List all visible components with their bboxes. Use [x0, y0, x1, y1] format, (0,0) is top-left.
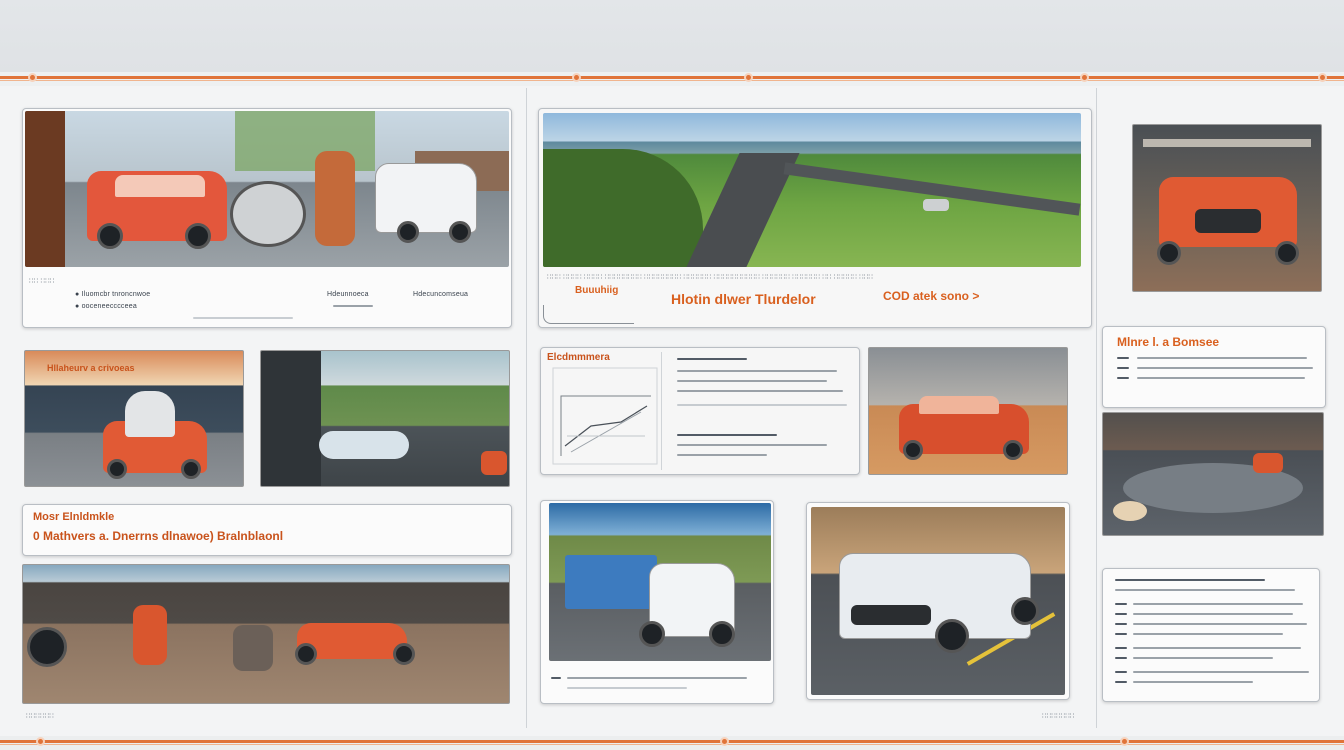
- info-card-title: Mlnre l. a Bomsee: [1117, 335, 1220, 349]
- bottom-rail: [0, 740, 1344, 745]
- scenic-road-card[interactable]: ∷∷∷ ∷∷∷∷ ∷∷∷∷ ∷∷∷∷∷∷∷∷ ∷∷∷∷∷∷∷∷ ∷∷∷∷∷∷ ∷…: [538, 108, 1092, 328]
- rail-dot: [1120, 737, 1129, 746]
- service-bay-photo[interactable]: Hllaheurv a crivoeas: [24, 350, 244, 487]
- white-pickup-photo: [811, 507, 1065, 695]
- sketch-diagram: [551, 366, 659, 466]
- banner-card[interactable]: Mosr Elnldmkle 0 Mathvers a. Dnerrns dln…: [22, 504, 512, 556]
- racetrack-photo[interactable]: [260, 350, 510, 487]
- rail-dot: [720, 737, 729, 746]
- rail-dot: [36, 737, 45, 746]
- caption-line: ● ooceneecccceea: [75, 303, 137, 310]
- pickup-card[interactable]: [806, 502, 1070, 700]
- showroom-truck-photo[interactable]: [1132, 124, 1322, 292]
- top-rail: [0, 76, 1344, 81]
- garage-crowd-photo[interactable]: [1102, 412, 1324, 536]
- notes-card[interactable]: [1102, 568, 1320, 702]
- column-divider: [1096, 88, 1097, 728]
- car-wash-card[interactable]: ∷∷ ∷∷∷ ● Iluomcbr tnroncnwoe ● ooceneecc…: [22, 108, 512, 328]
- rail-dot: [572, 73, 581, 82]
- road-label-right: COD atek sono >: [883, 289, 980, 303]
- caption-column: Hdeunnoeca: [327, 291, 369, 298]
- truck-card[interactable]: [540, 500, 774, 704]
- delivery-truck-photo: [549, 503, 771, 661]
- banner-line-2: 0 Mathvers a. Dnerrns dlnawoe) Bralnblao…: [33, 529, 284, 543]
- banner-line-1: Mosr Elnldmkle: [33, 511, 115, 523]
- dealership-lot-photo[interactable]: [22, 564, 510, 704]
- road-label-middle: Hlotin dlwer Tlurdelor: [671, 291, 816, 307]
- diagram-card[interactable]: Elcdmmmera: [540, 347, 860, 475]
- rail-dot: [1318, 73, 1327, 82]
- info-card-right[interactable]: Mlnre l. a Bomsee: [1102, 326, 1326, 408]
- rail-dot: [744, 73, 753, 82]
- workshop-car-photo[interactable]: [868, 347, 1068, 475]
- rail-dot: [1080, 73, 1089, 82]
- road-label-left: Buuuhiig: [575, 285, 619, 296]
- diagram-card-title: Elcdmmmera: [547, 352, 610, 363]
- car-wash-photo: [25, 111, 509, 267]
- rail-dot: [28, 73, 37, 82]
- caption-column: Hdecuncomseua: [413, 291, 469, 298]
- scenic-road-photo: [543, 113, 1081, 267]
- column-divider: [526, 88, 527, 728]
- caption-line: ● Iluomcbr tnroncnwoe: [75, 291, 151, 298]
